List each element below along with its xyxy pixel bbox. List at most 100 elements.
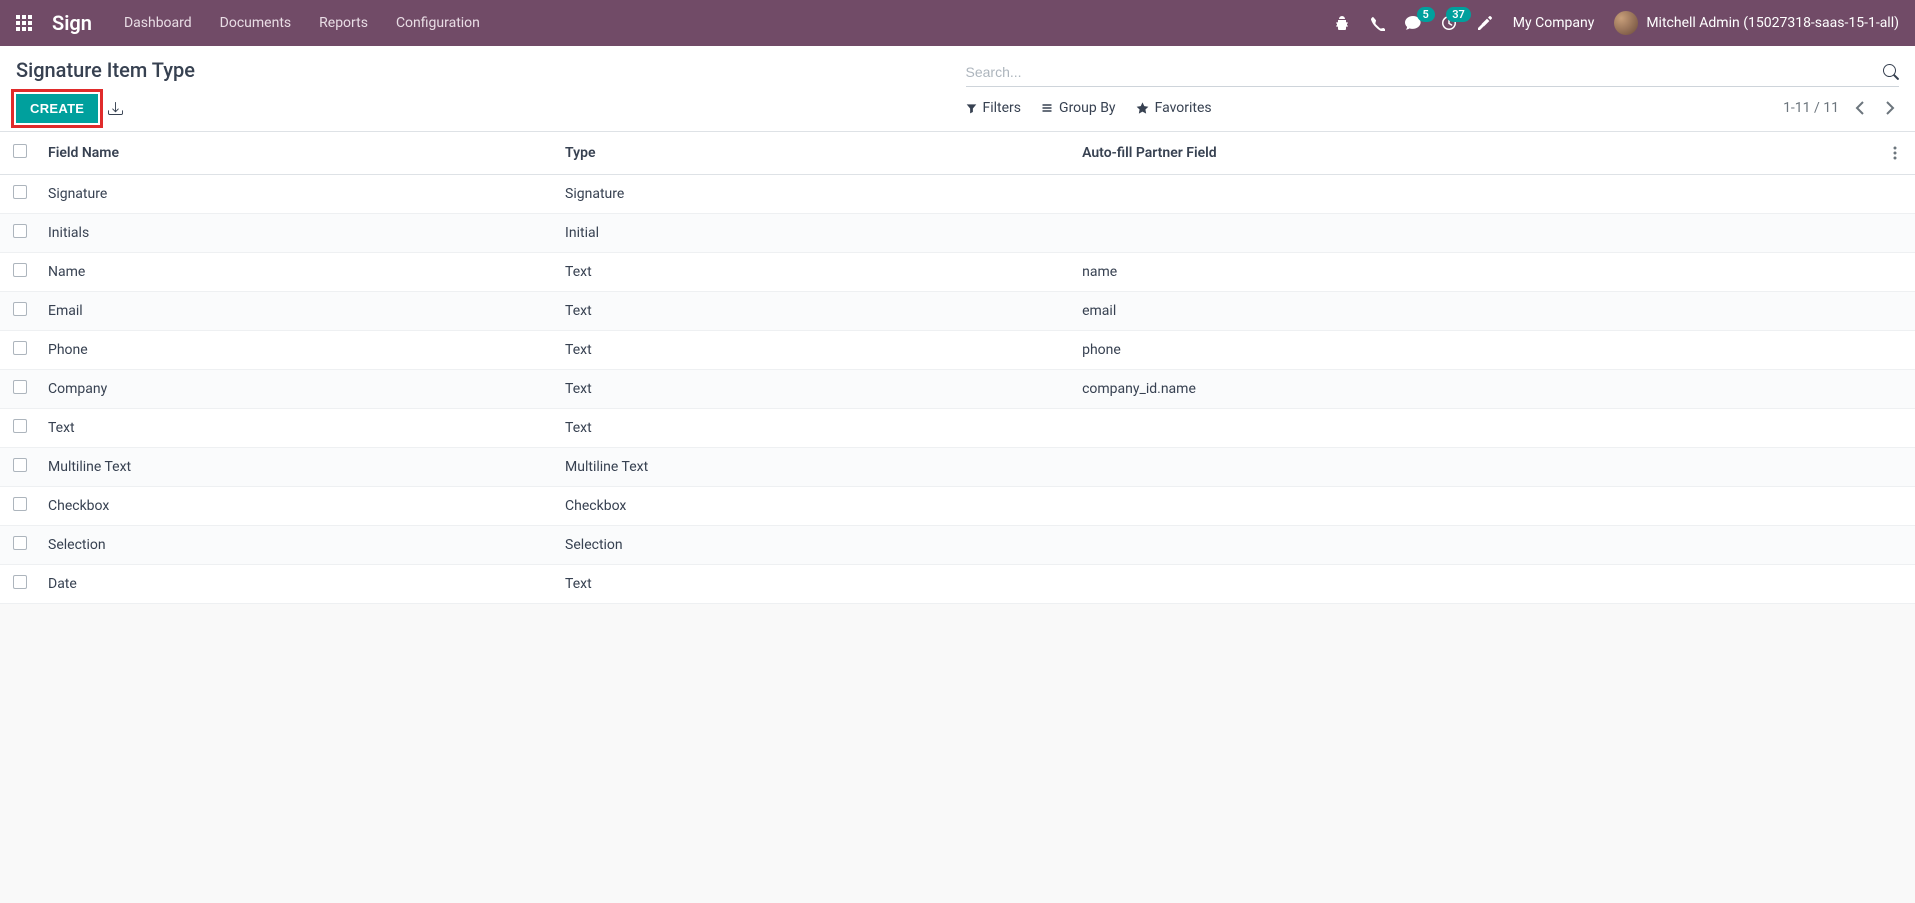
row-checkbox[interactable] — [13, 302, 27, 316]
table-row[interactable]: SignatureSignature — [0, 175, 1915, 214]
apps-icon[interactable] — [16, 15, 32, 31]
select-all-checkbox[interactable] — [13, 144, 27, 158]
search-input[interactable] — [966, 58, 1884, 86]
cell-type: Signature — [557, 175, 1074, 214]
cell-autofill — [1074, 175, 1885, 214]
cell-type: Checkbox — [557, 487, 1074, 526]
table-row[interactable]: Multiline TextMultiline Text — [0, 448, 1915, 487]
cell-field-name: Selection — [40, 526, 557, 565]
cell-autofill — [1074, 214, 1885, 253]
chevron-right-icon — [1885, 101, 1895, 115]
groupby-label: Group By — [1059, 100, 1116, 116]
chevron-left-icon — [1855, 101, 1865, 115]
column-options[interactable] — [1885, 132, 1915, 175]
filters-button[interactable]: Filters — [966, 100, 1022, 116]
row-checkbox[interactable] — [13, 341, 27, 355]
messages-icon[interactable]: 5 — [1405, 15, 1421, 31]
col-field-name[interactable]: Field Name — [40, 132, 557, 175]
table-row[interactable]: CompanyTextcompany_id.name — [0, 370, 1915, 409]
cell-type: Initial — [557, 214, 1074, 253]
cell-autofill — [1074, 409, 1885, 448]
cell-type: Multiline Text — [557, 448, 1074, 487]
row-checkbox[interactable] — [13, 419, 27, 433]
phone-icon[interactable] — [1370, 16, 1385, 31]
cell-autofill — [1074, 487, 1885, 526]
cell-field-name: Checkbox — [40, 487, 557, 526]
user-label: Mitchell Admin (15027318-saas-15-1-all) — [1646, 15, 1899, 31]
nav-configuration[interactable]: Configuration — [396, 15, 480, 31]
pager-next[interactable] — [1881, 97, 1899, 119]
activities-badge: 37 — [1446, 7, 1471, 22]
row-checkbox[interactable] — [13, 380, 27, 394]
cell-type: Text — [557, 409, 1074, 448]
cell-type: Text — [557, 565, 1074, 604]
table-row[interactable]: SelectionSelection — [0, 526, 1915, 565]
list-icon — [1041, 102, 1053, 114]
debug-icon[interactable] — [1334, 15, 1350, 31]
list-view: Field Name Type Auto-fill Partner Field … — [0, 132, 1915, 604]
nav-dashboard[interactable]: Dashboard — [124, 15, 192, 31]
cell-field-name: Company — [40, 370, 557, 409]
search-icon[interactable] — [1883, 64, 1899, 80]
col-autofill[interactable]: Auto-fill Partner Field — [1074, 132, 1885, 175]
pager-prev[interactable] — [1851, 97, 1869, 119]
company-selector[interactable]: My Company — [1513, 15, 1595, 31]
cell-field-name: Text — [40, 409, 557, 448]
kebab-icon — [1893, 146, 1897, 160]
table-row[interactable]: TextText — [0, 409, 1915, 448]
create-button[interactable]: CREATE — [16, 94, 98, 123]
top-navbar: Sign Dashboard Documents Reports Configu… — [0, 0, 1915, 46]
avatar — [1614, 11, 1638, 35]
star-icon — [1136, 102, 1149, 115]
pager-value[interactable]: 1-11 / 11 — [1783, 100, 1839, 116]
cell-autofill — [1074, 526, 1885, 565]
nav-right: 5 37 My Company Mitchell Admin (15027318… — [1334, 11, 1899, 35]
cell-autofill: name — [1074, 253, 1885, 292]
row-checkbox[interactable] — [13, 458, 27, 472]
cell-type: Text — [557, 370, 1074, 409]
col-type[interactable]: Type — [557, 132, 1074, 175]
cell-field-name: Signature — [40, 175, 557, 214]
table-row[interactable]: InitialsInitial — [0, 214, 1915, 253]
row-checkbox[interactable] — [13, 263, 27, 277]
nav-documents[interactable]: Documents — [220, 15, 291, 31]
app-brand[interactable]: Sign — [52, 11, 92, 35]
row-checkbox[interactable] — [13, 497, 27, 511]
user-menu[interactable]: Mitchell Admin (15027318-saas-15-1-all) — [1614, 11, 1899, 35]
cell-type: Selection — [557, 526, 1074, 565]
filters-label: Filters — [983, 100, 1022, 116]
export-icon[interactable] — [108, 101, 123, 116]
row-checkbox[interactable] — [13, 185, 27, 199]
cell-type: Text — [557, 331, 1074, 370]
activities-icon[interactable]: 37 — [1441, 15, 1457, 31]
table-row[interactable]: PhoneTextphone — [0, 331, 1915, 370]
table-row[interactable]: EmailTextemail — [0, 292, 1915, 331]
cell-autofill: company_id.name — [1074, 370, 1885, 409]
filter-icon — [966, 103, 977, 114]
cell-field-name: Name — [40, 253, 557, 292]
favorites-label: Favorites — [1155, 100, 1212, 116]
cell-autofill: phone — [1074, 331, 1885, 370]
row-checkbox[interactable] — [13, 575, 27, 589]
cell-autofill: email — [1074, 292, 1885, 331]
messages-badge: 5 — [1417, 7, 1435, 22]
row-checkbox[interactable] — [13, 224, 27, 238]
tools-icon[interactable] — [1477, 15, 1493, 31]
table-row[interactable]: NameTextname — [0, 253, 1915, 292]
cell-field-name: Phone — [40, 331, 557, 370]
nav-reports[interactable]: Reports — [319, 15, 368, 31]
row-checkbox[interactable] — [13, 536, 27, 550]
groupby-button[interactable]: Group By — [1041, 100, 1116, 116]
cell-type: Text — [557, 292, 1074, 331]
cell-field-name: Initials — [40, 214, 557, 253]
favorites-button[interactable]: Favorites — [1136, 100, 1212, 116]
nav-menu: Dashboard Documents Reports Configuratio… — [124, 15, 480, 31]
cell-autofill — [1074, 565, 1885, 604]
cell-autofill — [1074, 448, 1885, 487]
table-header-row: Field Name Type Auto-fill Partner Field — [0, 132, 1915, 175]
cell-field-name: Email — [40, 292, 557, 331]
control-panel: Signature Item Type CREATE Filters Group… — [0, 46, 1915, 132]
table-row[interactable]: CheckboxCheckbox — [0, 487, 1915, 526]
cell-type: Text — [557, 253, 1074, 292]
table-row[interactable]: DateText — [0, 565, 1915, 604]
